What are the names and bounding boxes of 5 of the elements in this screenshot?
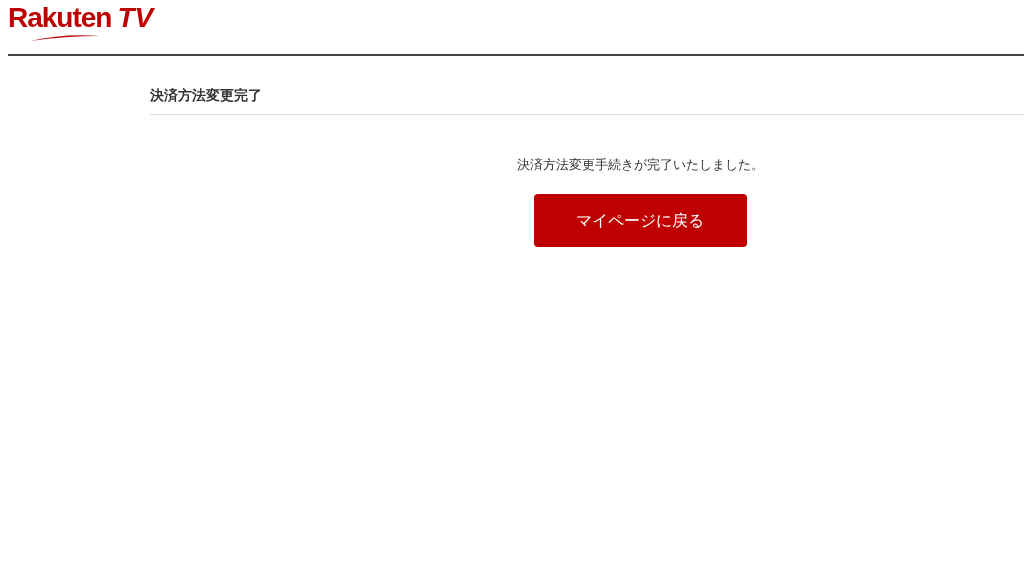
back-to-mypage-button[interactable]: マイページに戻る	[533, 194, 747, 248]
logo-text: TV	[117, 4, 154, 32]
page-title: 決済方法変更完了	[150, 56, 1024, 115]
logo-text: Rakuten	[8, 4, 112, 32]
completion-message: 決済方法変更手続きが完了いたしました。	[515, 155, 765, 174]
